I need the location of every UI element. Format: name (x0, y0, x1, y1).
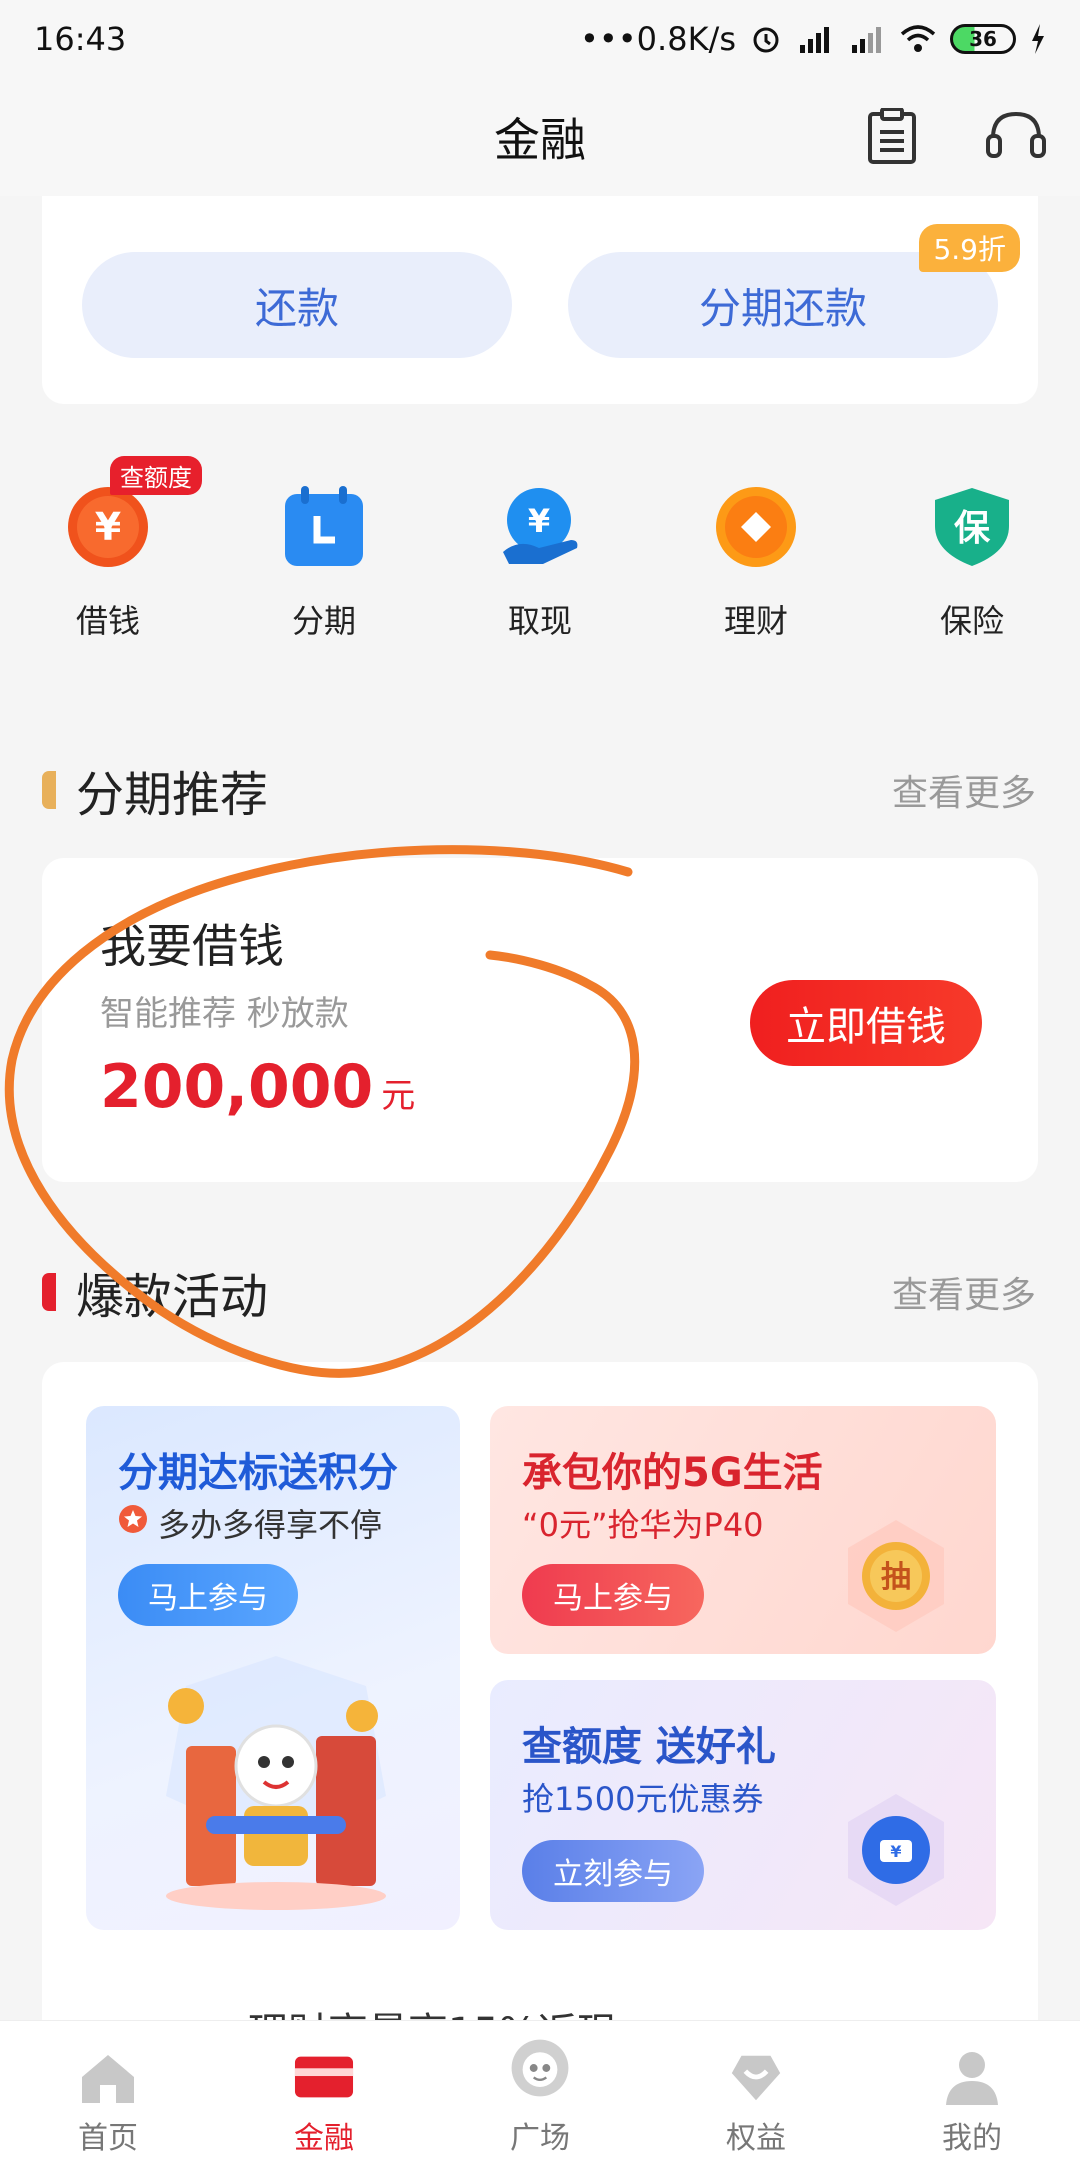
section-title: 爆款活动 (76, 1269, 269, 1325)
loan-title: 我要借钱 (100, 919, 284, 973)
signal-icon (848, 23, 886, 55)
status-icons: •••0.8K/s 36 (580, 20, 1046, 58)
quick-entry-grid: ¥ 查额度 借钱 分期 ¥ 取现 理财 保 保险 (0, 446, 1080, 666)
quick-entry-cash[interactable]: ¥ 取现 (432, 446, 648, 666)
tile-subtitle: 多办多得享不停 (158, 1506, 383, 1544)
section-title: 分期推荐 (76, 767, 269, 823)
section-marker (42, 771, 56, 809)
discount-badge: 5.9折 (919, 224, 1020, 272)
section-marker (42, 1273, 56, 1311)
quick-entry-wealth[interactable]: 理财 (648, 446, 864, 666)
yuan-coin-icon: ¥ (67, 486, 149, 568)
nav-bar: 金融 (0, 78, 1080, 196)
loan-amount: 200,000 元 (100, 1052, 415, 1122)
tile-title: 分期达标送积分 (118, 1450, 398, 1496)
svg-text:保: 保 (954, 508, 991, 549)
tab-label: 权益 (726, 2121, 786, 2156)
loan-recommendation-card[interactable]: 我要借钱 智能推荐 秒放款 200,000 元 立即借钱 (42, 858, 1038, 1182)
tab-label: 首页 (78, 2121, 138, 2156)
quick-entry-label: 保险 (939, 602, 1004, 640)
diamond-coin-icon (715, 486, 797, 568)
borrow-now-button[interactable]: 立即借钱 (750, 980, 982, 1066)
svg-text:¥: ¥ (95, 505, 121, 549)
heart-gift-icon (726, 2047, 786, 2107)
status-bar: 16:43 •••0.8K/s 36 (0, 0, 1080, 78)
quick-entry-label: 取现 (507, 602, 572, 640)
loan-subtitle: 智能推荐 秒放款 (100, 994, 349, 1034)
charging-icon (1030, 24, 1046, 54)
orders-list-icon[interactable] (858, 102, 926, 170)
shield-icon: 保 (931, 486, 1013, 568)
activity-tile-installment-points[interactable]: 分期达标送积分 多办多得享不停 马上参与 (86, 1406, 460, 1930)
network-speed: •••0.8K/s (580, 20, 736, 58)
join-immediately-button[interactable]: 立刻参与 (522, 1840, 704, 1902)
quick-entry-installment[interactable]: 分期 (216, 446, 432, 666)
view-more-link[interactable]: 查看更多 (892, 1266, 1036, 1318)
quick-entry-label: 理财 (723, 602, 788, 640)
tab-label: 金融 (294, 2121, 354, 2156)
activity-card: 分期达标送积分 多办多得享不停 马上参与 承包你的5G生活 “0元”抢华为P40… (42, 1362, 1038, 2062)
quick-entry-borrow[interactable]: ¥ 查额度 借钱 (0, 446, 216, 666)
star-badge-icon (118, 1504, 148, 1542)
customer-service-headset-icon[interactable] (982, 102, 1050, 170)
page-title: 金融 (494, 113, 586, 167)
repayment-card: 还款 分期还款 5.9折 (42, 196, 1038, 404)
tab-home[interactable]: 首页 (0, 2021, 216, 2160)
wifi-icon (900, 24, 936, 54)
svg-text:¥: ¥ (528, 502, 550, 540)
tile-subtitle: “0元”抢华为P40 (522, 1506, 764, 1544)
svg-text:¥: ¥ (890, 1842, 901, 1861)
quick-entry-insurance[interactable]: 保 保险 (864, 446, 1080, 666)
loan-amount-value: 200,000 (100, 1052, 374, 1122)
mascot-illustration (126, 1646, 426, 1920)
installment-section-header: 分期推荐 查看更多 (0, 750, 1080, 830)
tab-mine[interactable]: 我的 (864, 2021, 1080, 2160)
hd-signal-icon (796, 23, 834, 55)
tab-label: 广场 (510, 2121, 570, 2156)
join-now-button[interactable]: 马上参与 (118, 1564, 298, 1626)
tab-plaza[interactable]: 广场 (432, 2021, 648, 2160)
calendar-icon (283, 486, 365, 568)
view-more-link[interactable]: 查看更多 (892, 764, 1036, 816)
tile-title: 查额度 送好礼 (522, 1724, 776, 1770)
person-icon (942, 2047, 1002, 2107)
tab-benefits[interactable]: 权益 (648, 2021, 864, 2160)
bottom-tab-bar: 首页 金融 广场 权益 我的 (0, 2020, 1080, 2160)
repay-button[interactable]: 还款 (82, 252, 512, 358)
status-time: 16:43 (34, 20, 127, 58)
tile-subtitle-row: 多办多得享不停 (118, 1500, 382, 1546)
activity-section-header: 爆款活动 查看更多 (0, 1252, 1080, 1332)
quick-entry-label: 借钱 (75, 602, 140, 640)
join-now-button[interactable]: 马上参与 (522, 1564, 704, 1626)
lottery-coin-icon: 抽 (836, 1516, 956, 1640)
mascot-avatar-icon (510, 2039, 570, 2107)
card-icon (294, 2047, 354, 2107)
tile-title: 承包你的5G生活 (522, 1450, 823, 1496)
loan-amount-unit: 元 (381, 1076, 416, 1116)
battery-icon: 36 (950, 24, 1016, 54)
tab-finance[interactable]: 金融 (216, 2021, 432, 2160)
activity-tile-5g-life[interactable]: 承包你的5G生活 “0元”抢华为P40 马上参与 抽 (490, 1406, 996, 1654)
tile-subtitle: 抢1500元优惠券 (522, 1780, 764, 1818)
cash-hand-icon: ¥ (499, 486, 581, 568)
activity-tile-check-limit[interactable]: 查额度 送好礼 抢1500元优惠券 立刻参与 ¥ (490, 1680, 996, 1930)
quick-entry-label: 分期 (291, 602, 356, 640)
alarm-icon (750, 23, 782, 55)
home-icon (78, 2047, 138, 2107)
coupon-icon: ¥ (836, 1790, 956, 1914)
tab-label: 我的 (942, 2121, 1002, 2156)
check-limit-badge: 查额度 (110, 456, 202, 495)
lottery-coin-text: 抽 (881, 1560, 911, 1595)
